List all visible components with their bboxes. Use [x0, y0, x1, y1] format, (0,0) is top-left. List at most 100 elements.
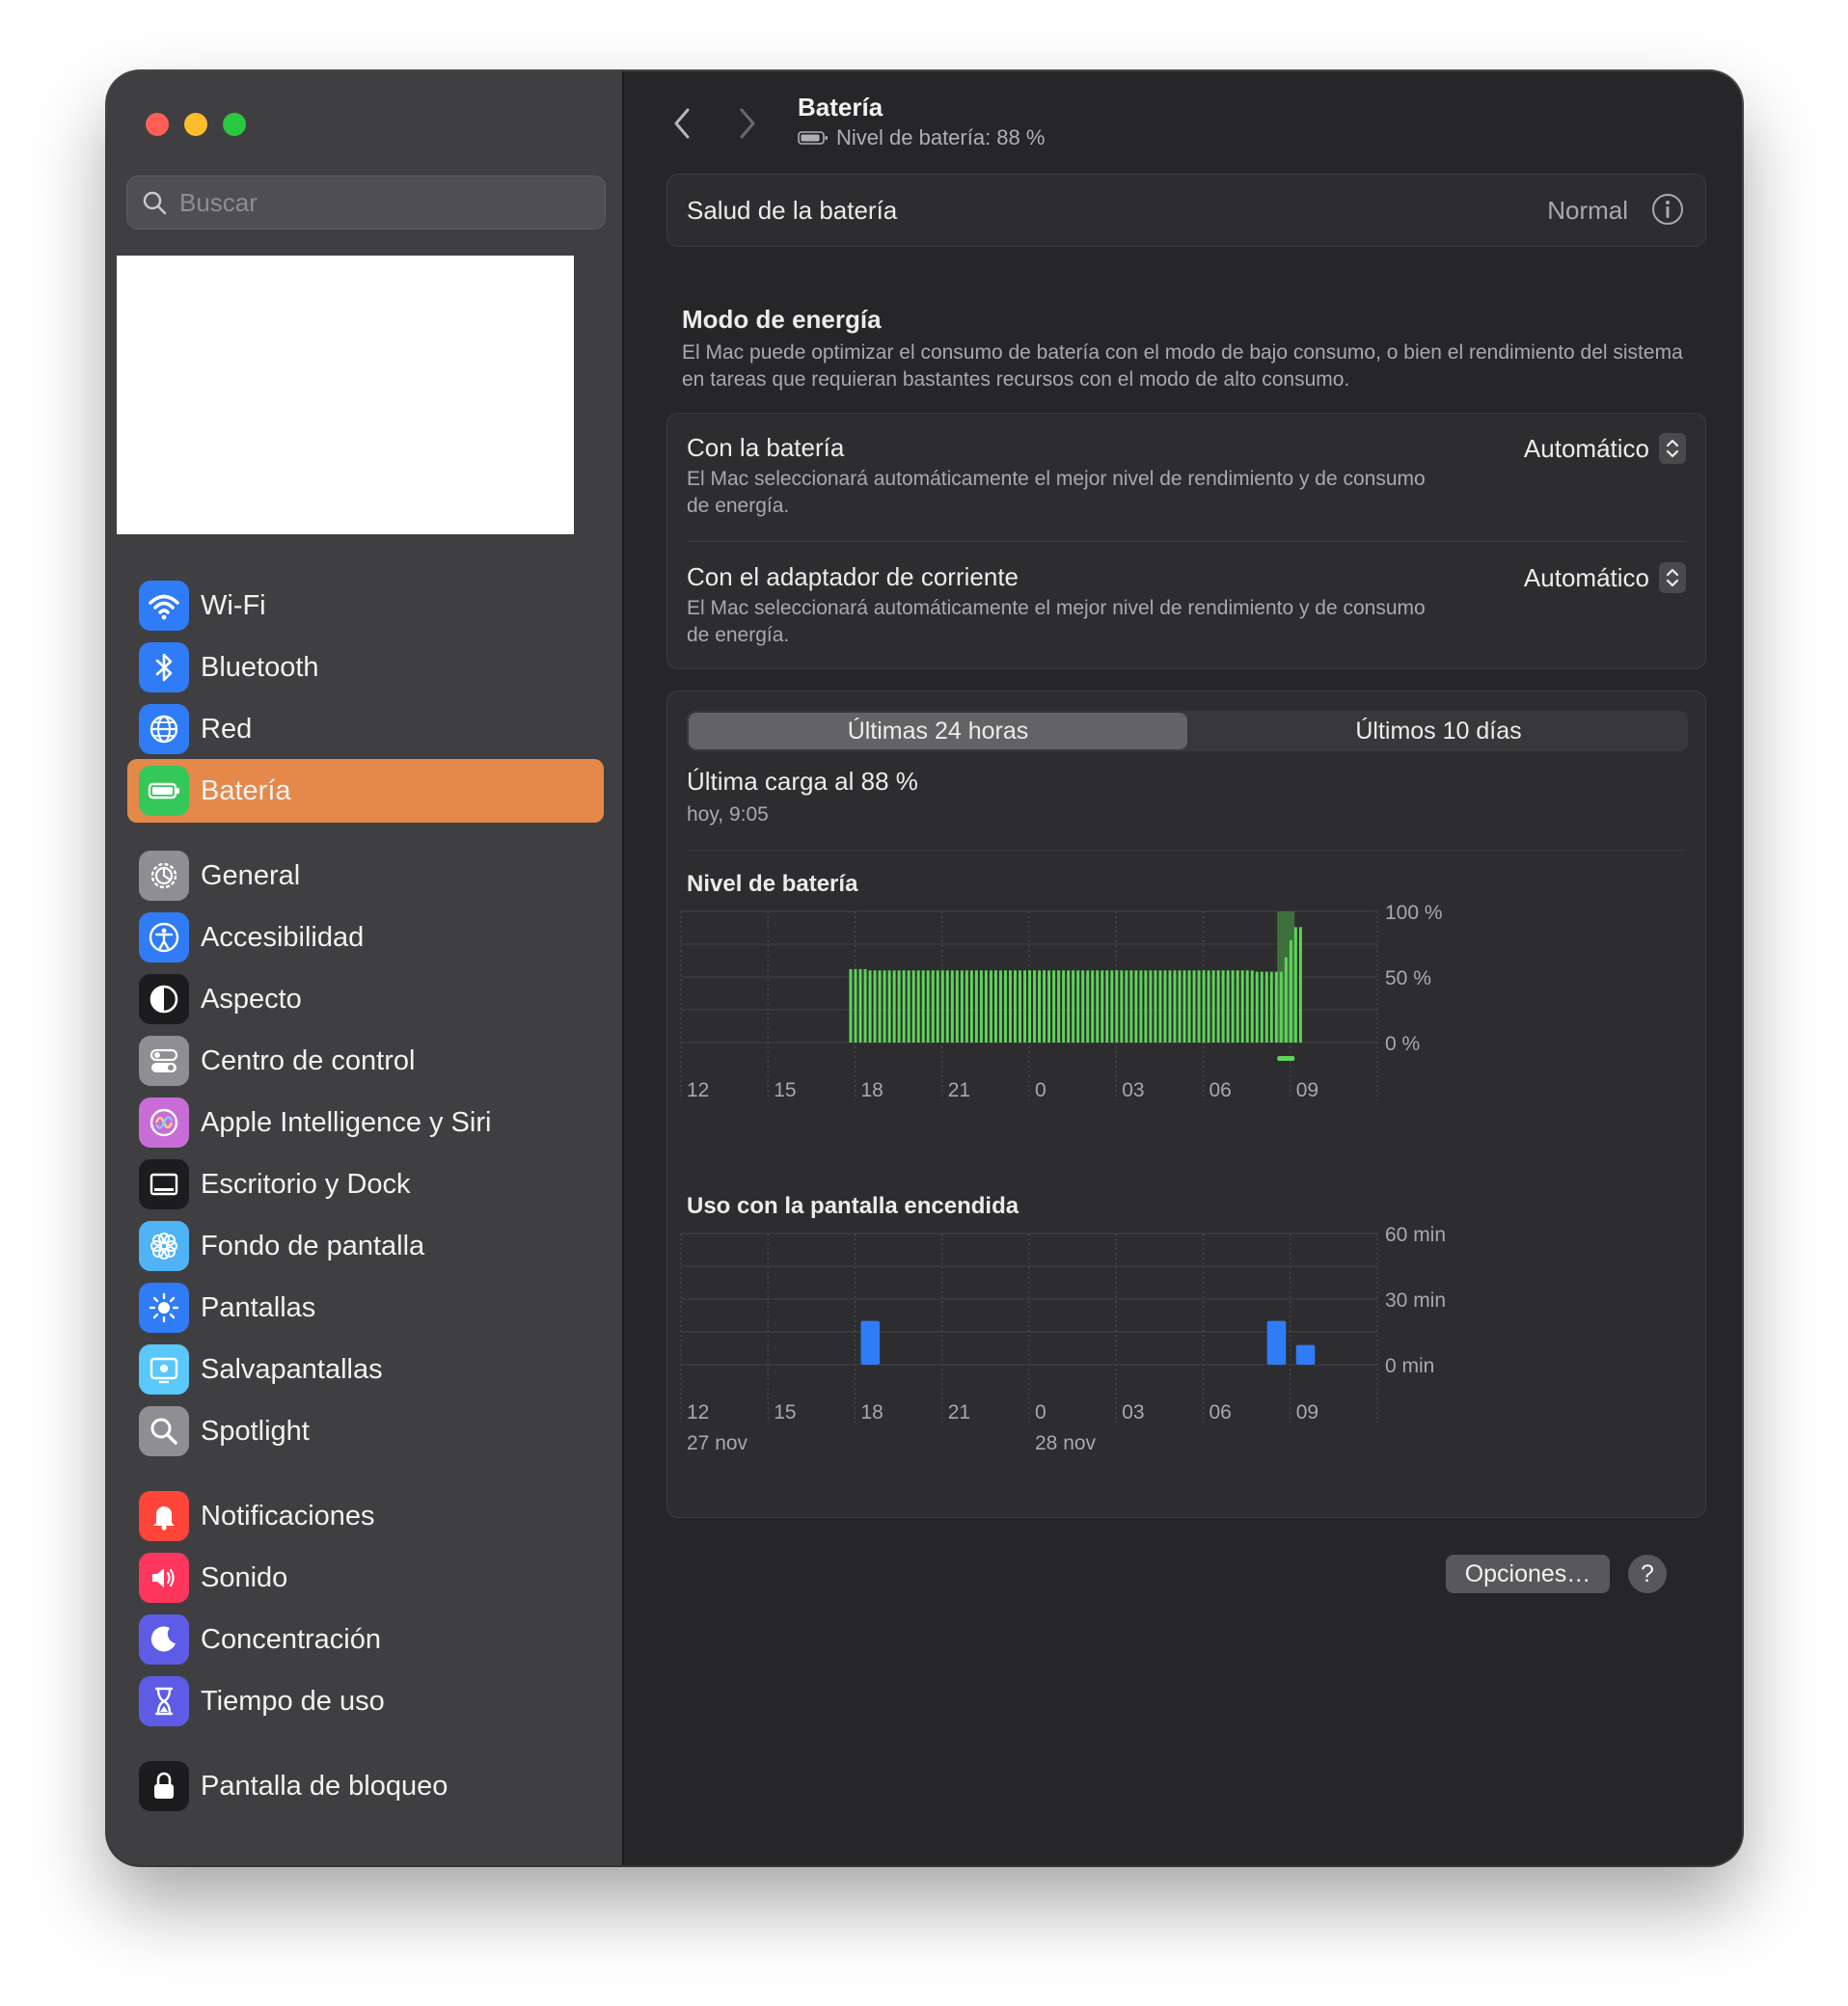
- battery-health-value: Normal: [1547, 196, 1628, 225]
- y-tick-label: 100 %: [1385, 902, 1443, 924]
- minimize-button[interactable]: [184, 113, 207, 136]
- screen-usage-chart-title: Uso con la pantalla encendida: [687, 1193, 1019, 1219]
- battery-bar: [854, 968, 857, 1043]
- sidebar-item-notificaciones[interactable]: Notificaciones: [127, 1484, 604, 1548]
- on-adapter-popup[interactable]: Automático: [1524, 562, 1686, 593]
- settings-window: Wi-Fi Bluetooth Red Batería General Accesibil…: [107, 71, 1742, 1865]
- appearance-icon: [139, 974, 189, 1024]
- on-battery-popup[interactable]: Automático: [1524, 433, 1686, 464]
- battery-bar: [1076, 970, 1080, 1043]
- sidebar-item-apple-intelligence[interactable]: Apple Intelligence y Siri: [127, 1091, 604, 1154]
- last-charge-title: Última carga al 88 %: [687, 767, 918, 796]
- charging-indicator: [1277, 1056, 1295, 1061]
- on-adapter-title: Con el adaptador de corriente: [687, 562, 1019, 591]
- energy-mode-card: Con la batería El Mac seleccionará autom…: [666, 413, 1706, 669]
- battery-bar: [902, 970, 906, 1043]
- toggles-icon: [139, 1036, 189, 1086]
- battery-bar: [1154, 970, 1157, 1043]
- sidebar-item-concentracion[interactable]: Concentración: [127, 1608, 604, 1671]
- x-tick-label: 0: [1035, 1079, 1046, 1101]
- zoom-button[interactable]: [223, 113, 246, 136]
- battery-bar: [1038, 970, 1042, 1043]
- sidebar-item-fondo[interactable]: Fondo de pantalla: [127, 1214, 604, 1278]
- forward-button[interactable]: [730, 102, 765, 145]
- screen-usage-bar: [1266, 1320, 1287, 1365]
- sidebar-item-label: Concentración: [201, 1623, 381, 1655]
- options-button[interactable]: Opciones…: [1446, 1555, 1610, 1593]
- toolbar: Batería Nivel de batería: 88 %: [626, 71, 1742, 177]
- sidebar-item-aspecto[interactable]: Aspecto: [127, 967, 604, 1031]
- battery-bar: [1192, 970, 1196, 1043]
- sidebar-item-pantallas[interactable]: Pantallas: [127, 1276, 604, 1340]
- search-input[interactable]: [179, 187, 584, 218]
- battery-level-chart: 12 15 18 21 0 03 06 09 100 % 50 % 0 %: [680, 902, 1443, 1101]
- sidebar-item-sonido[interactable]: Sonido: [127, 1546, 604, 1610]
- sidebar-item-label: Pantallas: [201, 1291, 316, 1323]
- battery-bar: [926, 970, 930, 1043]
- battery-bar: [1067, 970, 1071, 1043]
- sidebar: Wi-Fi Bluetooth Red Batería General Accesibil…: [107, 71, 624, 1865]
- battery-bar: [892, 970, 896, 1043]
- sidebar-item-bluetooth[interactable]: Bluetooth: [127, 636, 604, 699]
- sidebar-item-salvapantallas[interactable]: Salvapantallas: [127, 1338, 604, 1401]
- battery-health-card: Salud de la batería Normal: [666, 174, 1706, 247]
- back-button[interactable]: [665, 102, 699, 145]
- sidebar-item-escritorio-dock[interactable]: Escritorio y Dock: [127, 1152, 604, 1216]
- battery-bar: [960, 970, 964, 1043]
- sidebar-item-general[interactable]: General: [127, 844, 604, 908]
- info-icon[interactable]: [1651, 193, 1684, 226]
- battery-bar: [998, 970, 1002, 1043]
- x-tick-label: 0: [1035, 1401, 1046, 1423]
- row-divider: [687, 850, 1686, 851]
- help-button[interactable]: ?: [1628, 1555, 1667, 1593]
- sidebar-item-label: Spotlight: [201, 1415, 310, 1447]
- battery-bar: [1207, 970, 1210, 1043]
- battery-bar: [974, 970, 978, 1043]
- battery-bar: [1264, 971, 1268, 1043]
- battery-bar: [1091, 970, 1095, 1043]
- x-tick-label: 03: [1122, 1079, 1144, 1101]
- sidebar-item-spotlight[interactable]: Spotlight: [127, 1399, 604, 1463]
- energy-mode-title: Modo de energía: [682, 305, 882, 334]
- sidebar-item-centro-control[interactable]: Centro de control: [127, 1029, 604, 1093]
- battery-bar: [1033, 970, 1037, 1043]
- account-card[interactable]: [117, 256, 574, 534]
- battery-bar: [940, 970, 944, 1043]
- battery-bar: [1105, 970, 1109, 1043]
- close-button[interactable]: [146, 113, 169, 136]
- battery-bar: [1289, 939, 1292, 1043]
- window-controls: [146, 113, 246, 136]
- battery-bar: [1279, 971, 1283, 1043]
- on-battery-title: Con la batería: [687, 433, 845, 462]
- sidebar-item-tiempo-uso[interactable]: Tiempo de uso: [127, 1669, 604, 1733]
- sidebar-item-pantalla-bloqueo[interactable]: Pantalla de bloqueo: [127, 1754, 604, 1818]
- date-label: 28 nov: [1035, 1432, 1097, 1454]
- tab-last-24-hours[interactable]: Últimas 24 horas: [689, 713, 1187, 749]
- battery-bar: [1134, 970, 1138, 1043]
- main-pane: Batería Nivel de batería: 88 % Salud de …: [626, 71, 1742, 1865]
- sun-icon: [139, 1283, 189, 1333]
- battery-bar: [1173, 970, 1177, 1043]
- battery-bar: [1129, 970, 1133, 1043]
- sidebar-item-red[interactable]: Red: [127, 697, 604, 761]
- hourglass-icon: [139, 1676, 189, 1726]
- tab-last-10-days[interactable]: Últimos 10 días: [1189, 711, 1688, 751]
- y-tick-label: 0 %: [1385, 1033, 1420, 1055]
- search-field[interactable]: [126, 176, 606, 230]
- battery-level-chart-title: Nivel de batería: [687, 871, 858, 897]
- on-battery-value: Automático: [1523, 433, 1649, 463]
- x-tick-label: 21: [948, 1079, 970, 1101]
- chevron-right-icon: [740, 108, 755, 139]
- sidebar-item-accesibilidad[interactable]: Accesibilidad: [127, 906, 604, 969]
- battery-bar: [1013, 970, 1017, 1043]
- battery-bar: [887, 970, 891, 1043]
- battery-bar: [950, 970, 954, 1043]
- x-tick-label: 09: [1296, 1079, 1318, 1101]
- chevron-left-icon: [674, 108, 690, 139]
- sidebar-item-bateria[interactable]: Batería: [127, 759, 604, 823]
- sidebar-item-label: Batería: [201, 774, 291, 806]
- y-tick-label: 0 min: [1385, 1355, 1434, 1377]
- dock-icon: [139, 1159, 189, 1209]
- battery-bar: [1101, 970, 1104, 1043]
- sidebar-item-wifi[interactable]: Wi-Fi: [127, 574, 604, 637]
